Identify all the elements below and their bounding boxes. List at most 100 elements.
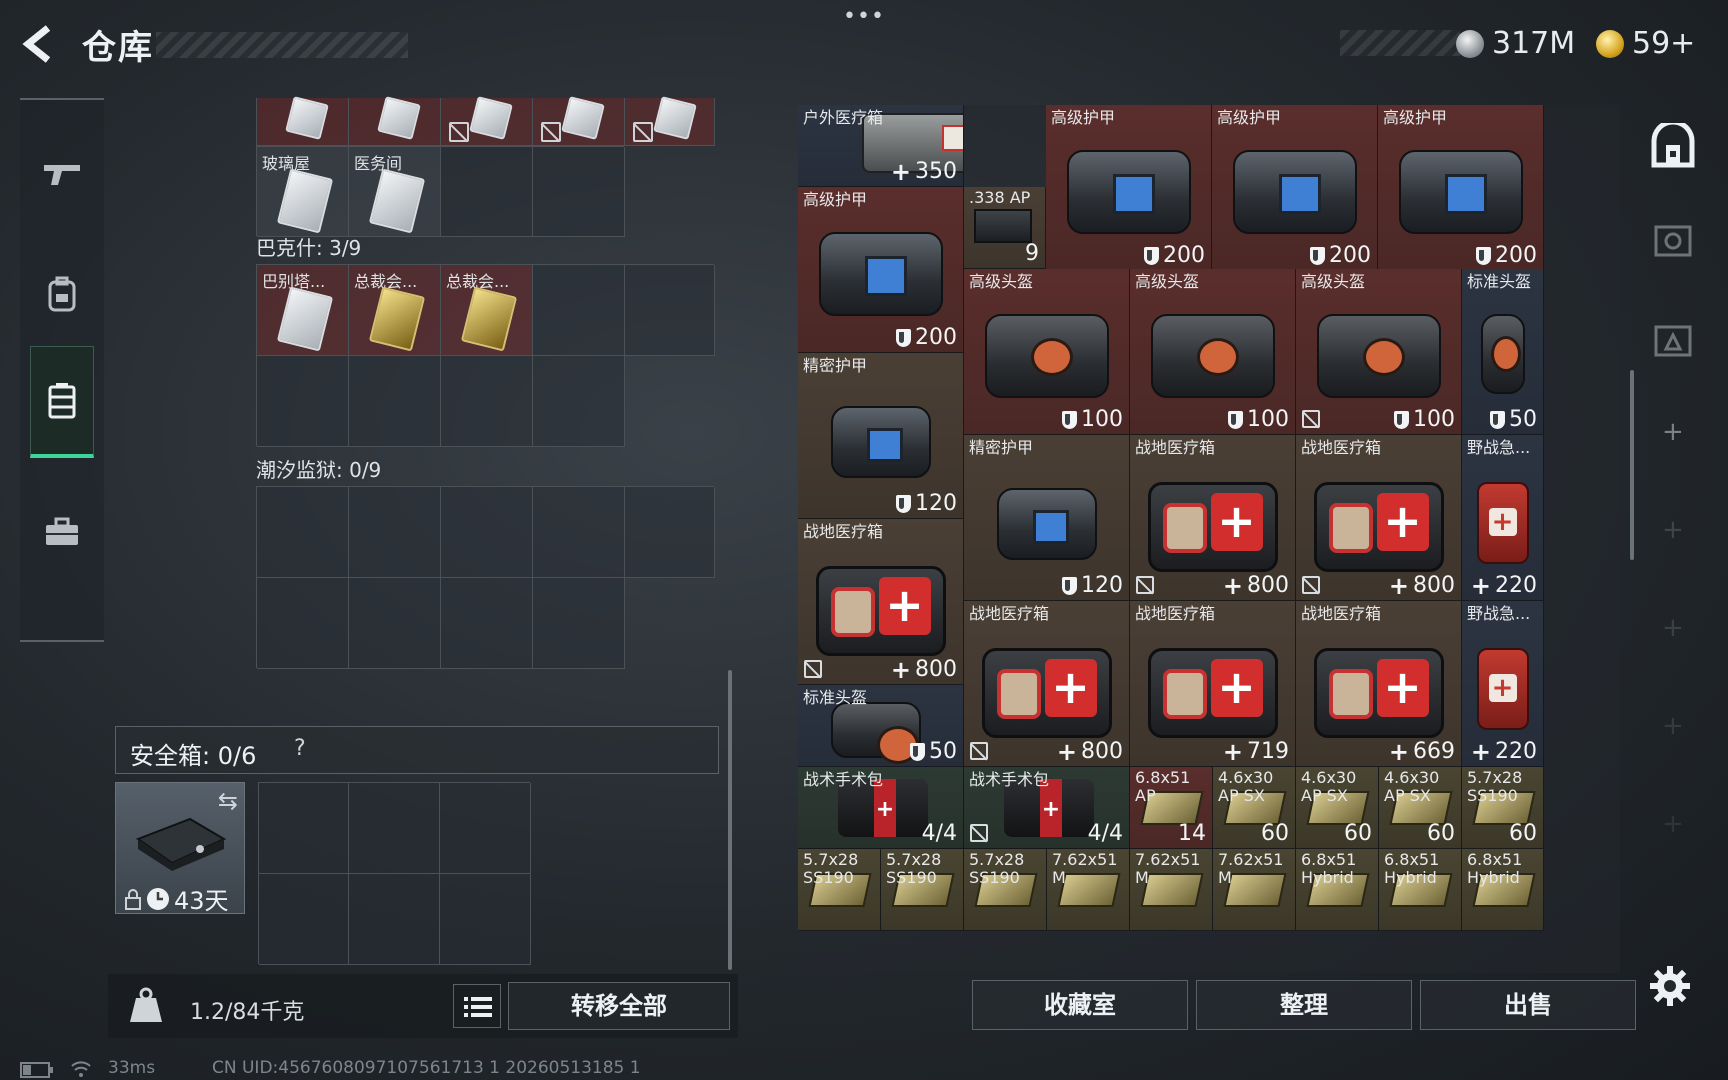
key-slot-glasshouse[interactable]: 玻璃屋	[257, 147, 349, 237]
item-field-firstaid[interactable]: 野战急... +220	[1462, 601, 1544, 767]
item-ammo[interactable]: 5.7x28 SS190	[964, 849, 1047, 931]
empty-slot[interactable]	[625, 487, 715, 578]
key-slot[interactable]: 总裁会...	[349, 265, 441, 356]
back-arrow-icon[interactable]	[20, 24, 60, 64]
stash-tab-icon[interactable]	[1650, 119, 1696, 169]
item-helmet[interactable]: 标准头盔 50	[798, 685, 964, 767]
key-slot[interactable]	[349, 96, 441, 146]
item-helmet[interactable]: 标准头盔 50	[1462, 269, 1544, 435]
nav-weapons[interactable]	[30, 114, 94, 234]
nav-toolbox[interactable]	[30, 472, 94, 592]
stash-scrollbar[interactable]	[728, 670, 732, 970]
sell-button[interactable]: 出售	[1420, 980, 1636, 1030]
currency-gold[interactable]: 59+	[1596, 26, 1695, 61]
empty-slot[interactable]	[257, 578, 349, 669]
item-ammo[interactable]: 6.8x51 AP 14	[1130, 767, 1213, 849]
key-slot[interactable]	[625, 96, 715, 146]
empty-slot[interactable]	[440, 783, 531, 874]
add-container-icon[interactable]: +	[1662, 515, 1684, 545]
item-field-medkit[interactable]: 战地医疗箱 +800	[798, 519, 964, 685]
empty-slot[interactable]	[259, 874, 349, 965]
item-helmet[interactable]: 高级头盔 100	[1130, 269, 1296, 435]
empty-slot[interactable]	[625, 265, 715, 356]
item-field-firstaid[interactable]: 野战急... +220	[1462, 435, 1544, 601]
container-tab-icon[interactable]	[1650, 317, 1696, 363]
item-ammo[interactable]: 6.8x51 Hybrid	[1462, 849, 1544, 931]
item-ammo[interactable]: 5.7x28 SS190	[798, 849, 881, 931]
add-container-icon[interactable]: +	[1662, 711, 1684, 741]
empty-slot[interactable]	[349, 578, 441, 669]
item-surgical-kit[interactable]: 战术手术包 4/4	[798, 767, 964, 849]
item-armor[interactable]: 高级护甲 200	[798, 187, 964, 353]
empty-slot[interactable]	[349, 487, 441, 578]
item-ammo[interactable]: 5.7x28 SS190 60	[1462, 767, 1544, 849]
helmet-icon	[1316, 313, 1441, 398]
container-tab-icon[interactable]	[1650, 217, 1696, 263]
key-slot[interactable]	[533, 96, 625, 146]
item-armor[interactable]: 高级护甲 200	[1046, 105, 1212, 271]
empty-slot[interactable]	[533, 265, 625, 356]
inventory-scrollbar[interactable]	[1630, 370, 1634, 560]
empty-slot[interactable]	[533, 147, 625, 237]
item-ammo[interactable]: 7.62x51 M	[1213, 849, 1296, 931]
list-view-button[interactable]	[453, 984, 501, 1028]
empty-slot[interactable]	[441, 356, 533, 447]
item-helmet[interactable]: 高级头盔 100	[1296, 269, 1462, 435]
empty-slot[interactable]	[349, 783, 440, 874]
empty-slot[interactable]	[259, 783, 349, 874]
item-field-medkit[interactable]: 战地医疗箱 +800	[1296, 435, 1462, 601]
item-field-medkit[interactable]: 战地医疗箱 +669	[1296, 601, 1462, 767]
item-field-medkit[interactable]: 战地医疗箱 +800	[1130, 435, 1296, 601]
item-armor[interactable]: 高级护甲 200	[1378, 105, 1544, 271]
item-surgical-kit[interactable]: 战术手术包 4/4	[964, 767, 1130, 849]
empty-slot[interactable]	[533, 578, 625, 669]
item-ammo[interactable]: 6.8x51 Hybrid	[1296, 849, 1379, 931]
organize-button[interactable]: 整理	[1196, 980, 1412, 1030]
nav-backpack[interactable]	[30, 234, 94, 354]
key-slot[interactable]	[441, 96, 533, 146]
item-ammo[interactable]: 4.6x30 AP SX 60	[1213, 767, 1296, 849]
item-ammo[interactable]: .338 AP 9	[964, 187, 1046, 269]
empty-slot[interactable]	[441, 487, 533, 578]
empty-slot[interactable]	[533, 487, 625, 578]
item-ammo[interactable]: 5.7x28 SS190	[881, 849, 964, 931]
item-ammo[interactable]: 7.62x51 M	[1047, 849, 1130, 931]
gear-icon[interactable]	[1648, 964, 1692, 1008]
nav-storage[interactable]	[30, 346, 94, 458]
item-precision-armor[interactable]: 精密护甲 120	[798, 353, 964, 519]
empty-slot[interactable]	[441, 578, 533, 669]
key-slot[interactable]	[257, 96, 349, 146]
empty-slot[interactable]	[349, 356, 441, 447]
safebox-case[interactable]: ⇆ 43天	[115, 782, 245, 915]
battery-icon	[20, 1062, 53, 1078]
item-field-medkit[interactable]: 战地医疗箱 +719	[1130, 601, 1296, 767]
add-container-icon[interactable]: +	[1662, 613, 1684, 643]
empty-slot[interactable]	[257, 356, 349, 447]
item-ammo[interactable]: 6.8x51 Hybrid	[1379, 849, 1462, 931]
empty-slot[interactable]	[440, 874, 531, 965]
key-slot-clinic[interactable]: 医务间	[349, 147, 441, 237]
keycard-icon	[276, 286, 334, 352]
add-container-icon[interactable]: +	[1662, 417, 1684, 447]
item-helmet[interactable]: 高级头盔 100	[964, 269, 1130, 435]
help-icon[interactable]: ?	[294, 736, 306, 761]
key-slot[interactable]: 总裁会...	[441, 265, 533, 356]
empty-slot[interactable]	[441, 147, 533, 237]
add-container-icon[interactable]: +	[1662, 809, 1684, 839]
key-slot[interactable]: 巴别塔...	[257, 265, 349, 356]
item-value: 100	[1394, 407, 1455, 432]
ping-text: 33ms	[108, 1058, 156, 1078]
item-armor[interactable]: 高级护甲 200	[1212, 105, 1378, 271]
collection-room-button[interactable]: 收藏室	[972, 980, 1188, 1030]
item-ammo[interactable]: 7.62x51 M	[1130, 849, 1213, 931]
item-ammo[interactable]: 4.6x30 AP SX 60	[1296, 767, 1379, 849]
transfer-all-button[interactable]: 转移全部	[508, 982, 730, 1030]
more-options-icon[interactable]: •••	[842, 4, 886, 34]
empty-slot[interactable]	[257, 487, 349, 578]
item-ammo[interactable]: 4.6x30 AP SX 60	[1379, 767, 1462, 849]
empty-slot[interactable]	[533, 356, 625, 447]
item-outdoor-medkit[interactable]: 户外医疗箱 +350	[798, 105, 964, 187]
item-field-medkit[interactable]: 战地医疗箱 +800	[964, 601, 1130, 767]
item-precision-armor[interactable]: 精密护甲 120	[964, 435, 1130, 601]
empty-slot[interactable]	[349, 874, 440, 965]
